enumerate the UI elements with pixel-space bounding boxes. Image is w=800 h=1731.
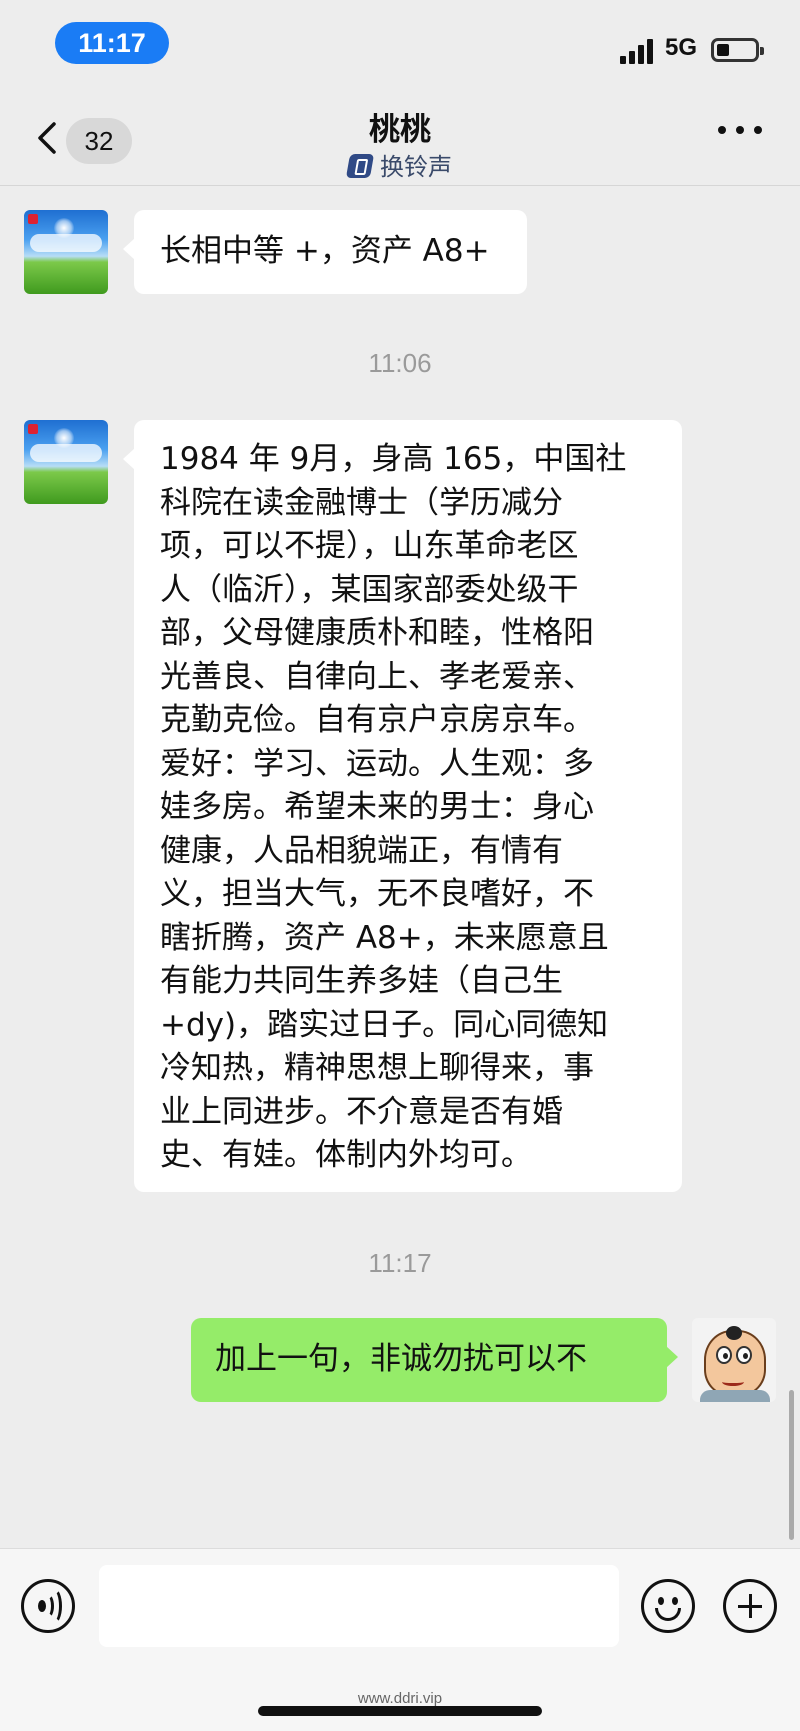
status-time[interactable]: 11:17: [55, 22, 169, 64]
home-indicator[interactable]: [258, 1706, 542, 1716]
message-line: 长相中等 +，资产 A8+: [160, 233, 490, 269]
unread-badge[interactable]: 32: [66, 118, 132, 164]
signal-icon: [620, 38, 656, 64]
contact-avatar[interactable]: [24, 420, 108, 504]
status-bar: 11:17 5G: [0, 0, 800, 92]
emoji-icon[interactable]: [641, 1579, 695, 1633]
more-icon[interactable]: [718, 126, 762, 136]
back-icon[interactable]: [32, 120, 62, 156]
network-label: 5G: [665, 34, 698, 61]
message-line: 项，可以不提），山东革命老区: [160, 528, 579, 564]
message-bubble[interactable]: 长相中等 +，资产 A8+: [123, 210, 527, 294]
message-line: 科院在读金融博士（学历减分: [160, 484, 563, 521]
voice-icon[interactable]: [21, 1579, 75, 1633]
message-line: +dy)，踏实过日子。同心同德知: [160, 1006, 609, 1043]
message-line: 部，父母健康质朴和睦，性格阳: [160, 615, 594, 651]
message-line: 娃多房。希望未来的男士：身心: [160, 789, 594, 825]
message-line: 健康，人品相貌端正，有情有: [160, 832, 563, 869]
scrollbar[interactable]: [789, 1390, 794, 1540]
my-avatar[interactable]: [692, 1318, 776, 1402]
my-message-bubble[interactable]: 加上一句，非诚勿扰可以不: [191, 1318, 678, 1402]
timestamp: 11:17: [368, 1248, 432, 1278]
message-line: 有能力共同生养多娃（自己生: [160, 963, 563, 999]
message-line: 冷知热，精神思想上聊得来，事: [160, 1050, 594, 1086]
chat-screen: 11:17 5G 桃桃 换铃声 32 长相中等 +，资产 A8+ 11:06 1…: [0, 0, 800, 1731]
message-line: 义，担当大气，无不良嗜好，不: [160, 876, 594, 912]
message-line: 1984 年 9月，身高 165，中国社: [160, 441, 627, 477]
message-line: 人（临沂），某国家部委处级干: [160, 571, 579, 608]
watermark: www.ddri.vip: [357, 1690, 443, 1707]
battery-icon: [711, 38, 764, 62]
message-line: 瞎折腾，资产 A8+，未来愿意且: [160, 919, 609, 956]
message-line: 爱好：学习、运动。人生观：多: [160, 745, 594, 782]
message-line: 加上一句，非诚勿扰可以不: [215, 1341, 587, 1377]
message-input[interactable]: [99, 1565, 619, 1647]
ring-icon: [345, 154, 375, 178]
contact-avatar[interactable]: [24, 210, 108, 294]
message-bubble[interactable]: 1984 年 9月，身高 165，中国社 科院在读金融博士（学历减分 项，可以不…: [123, 420, 682, 1192]
plus-icon[interactable]: [723, 1579, 777, 1633]
ringtone-label: 换铃声: [380, 153, 452, 181]
message-line: 克勤克俭。自有京户京房京车。: [160, 702, 594, 738]
message-line: 光善良、自律向上、孝老爱亲、: [160, 658, 594, 695]
timestamp: 11:06: [368, 348, 432, 378]
message-line: 史、有娃。体制内外均可。: [160, 1137, 532, 1173]
chat-header: 桃桃 换铃声 32: [0, 92, 800, 186]
message-line: 业上同进步。不介意是否有婚: [160, 1093, 563, 1130]
